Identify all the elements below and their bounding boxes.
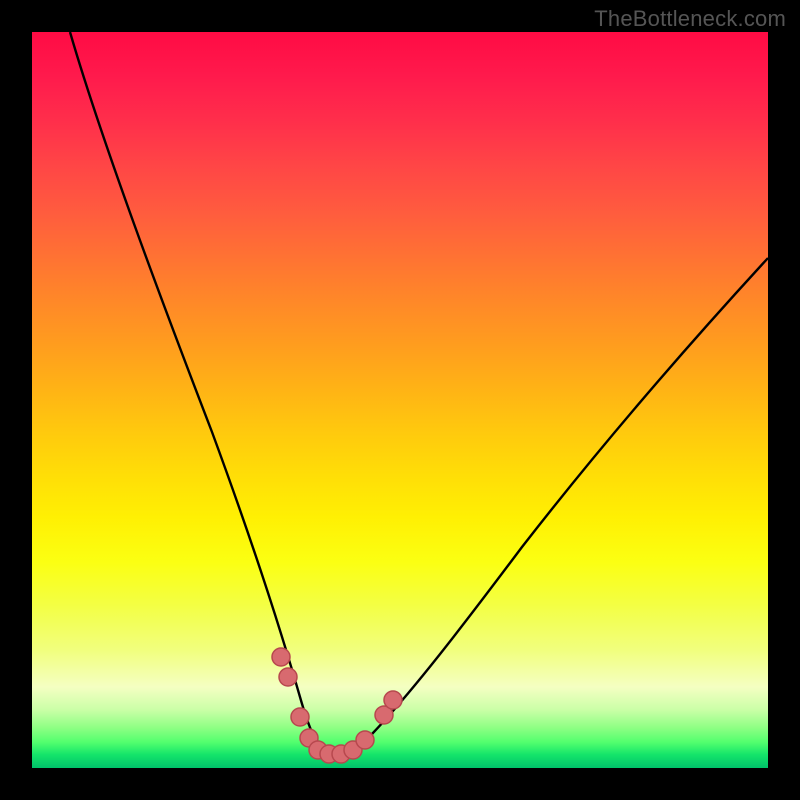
watermark-text: TheBottleneck.com bbox=[594, 6, 786, 32]
curve-layer bbox=[32, 32, 768, 768]
marker-dot bbox=[279, 668, 297, 686]
curve-right-branch bbox=[325, 258, 768, 754]
marker-dot bbox=[356, 731, 374, 749]
curve-left-branch bbox=[70, 32, 325, 753]
marker-dot bbox=[384, 691, 402, 709]
marker-dot bbox=[291, 708, 309, 726]
marker-dot bbox=[272, 648, 290, 666]
plot-area bbox=[32, 32, 768, 768]
outer-frame: TheBottleneck.com bbox=[0, 0, 800, 800]
